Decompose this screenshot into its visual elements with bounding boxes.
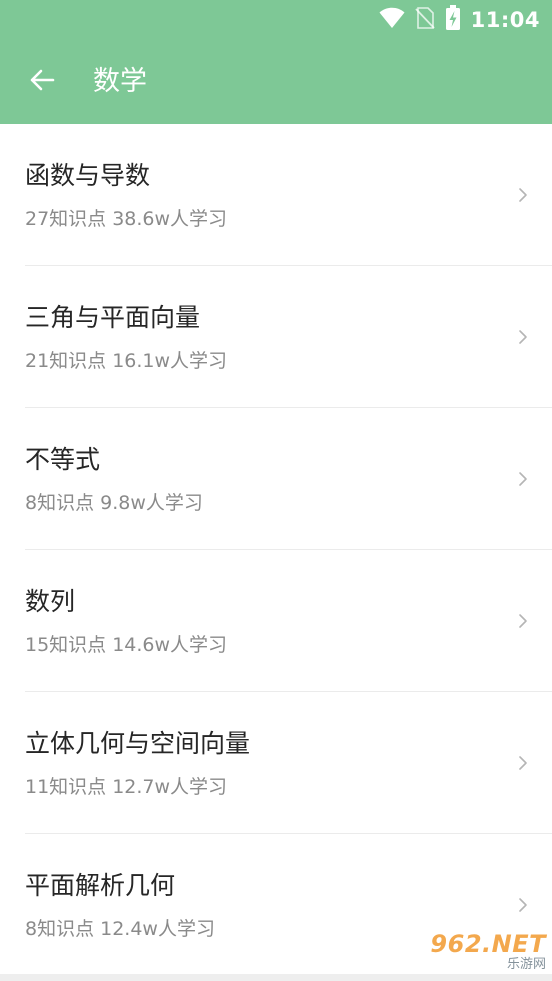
status-time: 11:04 [470, 8, 540, 32]
item-title: 数列 [25, 587, 76, 616]
watermark-text: 乐游网 [506, 957, 546, 972]
list-item-3[interactable]: 数列 15知识点 14.6w人学习 [0, 550, 552, 692]
status-bar: 11:04 [0, 0, 552, 40]
item-title: 不等式 [25, 445, 101, 474]
chevron-right-icon [519, 472, 527, 486]
item-subtitle: 15知识点 14.6w人学习 [25, 634, 228, 656]
page-title: 数学 [93, 66, 147, 97]
list-item-1[interactable]: 三角与平面向量 21知识点 16.1w人学习 [0, 266, 552, 408]
battery-charging-icon [445, 5, 461, 35]
item-title: 立体几何与空间向量 [25, 729, 251, 758]
status-icons: 11:04 [379, 5, 540, 35]
back-button[interactable] [18, 58, 66, 106]
chevron-right-icon [519, 330, 527, 344]
topic-list: 函数与导数 27知识点 38.6w人学习 三角与平面向量 21知识点 16.1w… [0, 124, 552, 976]
toolbar: 数学 [0, 40, 552, 124]
list-item-4[interactable]: 立体几何与空间向量 11知识点 12.7w人学习 [0, 692, 552, 834]
item-subtitle: 8知识点 9.8w人学习 [25, 492, 203, 514]
arrow-left-icon [29, 68, 55, 96]
no-sim-icon [414, 6, 435, 34]
item-subtitle: 11知识点 12.7w人学习 [25, 776, 228, 798]
item-title: 平面解析几何 [25, 871, 176, 900]
item-subtitle: 27知识点 38.6w人学习 [25, 208, 228, 230]
chevron-right-icon [519, 898, 527, 912]
wifi-icon [379, 7, 405, 33]
item-subtitle: 21知识点 16.1w人学习 [25, 350, 228, 372]
list-item-2[interactable]: 不等式 8知识点 9.8w人学习 [0, 408, 552, 550]
chevron-right-icon [519, 188, 527, 202]
app-bar: 11:04 数学 [0, 0, 552, 124]
watermark-logo: 962.NET 乐游网 [406, 928, 546, 976]
item-subtitle: 8知识点 12.4w人学习 [25, 918, 215, 940]
list-item-0[interactable]: 函数与导数 27知识点 38.6w人学习 [0, 124, 552, 266]
item-title: 函数与导数 [25, 161, 151, 190]
item-title: 三角与平面向量 [25, 303, 201, 332]
watermark-logo-text: 962.NET [430, 930, 546, 958]
chevron-right-icon [519, 614, 527, 628]
chevron-right-icon [519, 756, 527, 770]
